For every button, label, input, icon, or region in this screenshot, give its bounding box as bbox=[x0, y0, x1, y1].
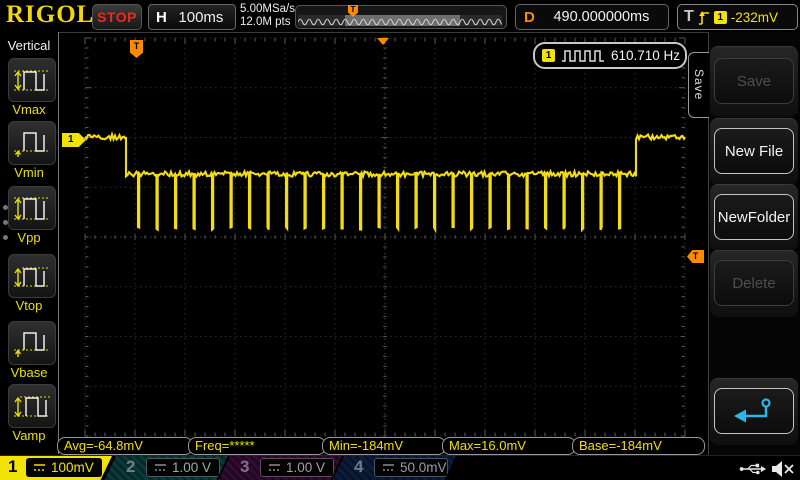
menu-item-vpp-label: Vpp bbox=[0, 230, 58, 245]
channel-2-status[interactable]: 2 1.00 V bbox=[104, 456, 228, 480]
horizontal-scale-box: H 100ms bbox=[148, 4, 236, 30]
channel-2-info: 1.00 V bbox=[146, 458, 220, 477]
menu-item-vmax[interactable] bbox=[8, 58, 56, 102]
usb-icon bbox=[738, 462, 768, 476]
vpp-icon bbox=[12, 192, 52, 224]
speaker-muted-icon bbox=[770, 460, 796, 478]
menu-tab-label: Save bbox=[692, 69, 706, 100]
vtop-icon bbox=[12, 260, 52, 292]
menu-item-vtop-label: Vtop bbox=[0, 298, 58, 313]
back-button[interactable] bbox=[714, 388, 794, 434]
channel-3-scale: 1.00 V bbox=[286, 460, 325, 475]
trigger-delay-box: D 490.000000ms bbox=[515, 4, 669, 30]
sample-rate: 5.00MSa/s bbox=[240, 3, 295, 16]
window-center-marker-icon bbox=[377, 38, 389, 45]
trigger-status-box: T 1 -232mV bbox=[677, 4, 798, 30]
channel-1-info: 100mV bbox=[26, 458, 102, 477]
channel-2-number: 2 bbox=[126, 457, 135, 477]
menu-item-vtop[interactable] bbox=[8, 254, 56, 298]
save-button: Save bbox=[714, 58, 794, 104]
menu-item-vmax-label: Vmax bbox=[0, 102, 58, 117]
channel-2-scale: 1.00 V bbox=[172, 460, 211, 475]
channel-1-number: 1 bbox=[8, 457, 17, 477]
frequency-counter-badge: 1 610.710 Hz bbox=[533, 42, 687, 69]
channel-4-status[interactable]: 4 50.0mV bbox=[332, 456, 456, 480]
menu-item-vmin-label: Vmin bbox=[0, 165, 58, 180]
measurement-freq: Freq=***** bbox=[188, 437, 326, 455]
channel-4-scale: 50.0mV bbox=[400, 460, 447, 475]
return-arrow-icon bbox=[732, 396, 776, 426]
counter-source-badge: 1 bbox=[542, 49, 555, 62]
channel-4-info: 50.0mV bbox=[374, 458, 448, 477]
page-indicator-dot bbox=[3, 220, 8, 225]
menu-item-vmin[interactable] bbox=[8, 121, 56, 165]
menu-item-vamp-label: Vamp bbox=[0, 428, 58, 443]
new-file-button[interactable]: New File bbox=[714, 128, 794, 174]
menu-item-vbase[interactable] bbox=[8, 321, 56, 365]
channel-1-status[interactable]: 1 100mV bbox=[0, 456, 112, 480]
dc-coupling-icon bbox=[33, 463, 46, 472]
trigger-label: T bbox=[684, 8, 694, 26]
memory-position-indicator[interactable]: T bbox=[295, 5, 507, 29]
square-wave-icon bbox=[561, 49, 605, 63]
horizontal-scale-value: 100ms bbox=[167, 9, 235, 26]
menu-item-vbase-label: Vbase bbox=[0, 365, 58, 380]
page-indicator-dot bbox=[3, 205, 8, 210]
brand-logo: RIGOL bbox=[6, 1, 94, 29]
rising-edge-trigger-icon bbox=[698, 9, 710, 26]
page-indicator-dot bbox=[3, 235, 8, 240]
new-folder-button[interactable]: NewFolder bbox=[714, 194, 794, 240]
trigger-source-badge: 1 bbox=[714, 11, 727, 24]
menu-item-vamp[interactable] bbox=[8, 384, 56, 428]
dc-coupling-icon bbox=[154, 463, 167, 472]
channel-3-number: 3 bbox=[240, 457, 249, 477]
left-menu-title: Vertical bbox=[0, 38, 58, 53]
measurement-min: Min=-184mV bbox=[322, 437, 446, 455]
vmax-icon bbox=[12, 64, 52, 96]
vamp-icon bbox=[12, 390, 52, 422]
menu-tab-save: Save bbox=[688, 52, 709, 118]
run-state-indicator: STOP bbox=[92, 4, 142, 30]
dc-coupling-icon bbox=[268, 463, 281, 472]
measurement-max: Max=16.0mV bbox=[442, 437, 576, 455]
dc-coupling-icon bbox=[382, 463, 395, 472]
vmin-icon bbox=[12, 127, 52, 159]
measurement-base: Base=-184mV bbox=[572, 437, 705, 455]
channel-1-scale: 100mV bbox=[51, 460, 94, 475]
delete-button: Delete bbox=[714, 260, 794, 306]
trigger-position-flag-icon[interactable]: T bbox=[130, 40, 143, 58]
top-status-bar: RIGOL STOP H 100ms 5.00MSa/s 12.0M pts T… bbox=[0, 0, 800, 33]
memory-window bbox=[345, 15, 460, 26]
vbase-icon bbox=[12, 327, 52, 359]
graticule-grid bbox=[0, 0, 800, 480]
channel-3-info: 1.00 V bbox=[260, 458, 334, 477]
ch1-ground-marker[interactable]: 1 bbox=[62, 133, 86, 147]
channel-3-status[interactable]: 3 1.00 V bbox=[218, 456, 342, 480]
delay-value: 490.000000ms bbox=[535, 9, 668, 25]
frequency-value: 610.710 Hz bbox=[611, 48, 680, 63]
menu-item-vpp[interactable] bbox=[8, 186, 56, 230]
delay-label: D bbox=[524, 9, 535, 26]
trigger-level-marker-icon[interactable]: T bbox=[687, 250, 704, 263]
trigger-level-value: -232mV bbox=[731, 10, 778, 25]
measurement-avg: Avg=-64.8mV bbox=[57, 437, 193, 455]
memory-depth: 12.0M pts bbox=[240, 16, 295, 29]
channel-status-bar: 1 100mV 2 1.00 V 3 bbox=[0, 455, 800, 480]
channel-4-number: 4 bbox=[354, 457, 363, 477]
horizontal-label: H bbox=[156, 9, 167, 26]
memory-strip bbox=[298, 15, 502, 26]
acquisition-info: 5.00MSa/s 12.0M pts bbox=[240, 3, 295, 29]
oscilloscope-screen: RIGOL STOP H 100ms 5.00MSa/s 12.0M pts T… bbox=[0, 0, 800, 480]
ch1-waveform-trace bbox=[0, 0, 800, 480]
